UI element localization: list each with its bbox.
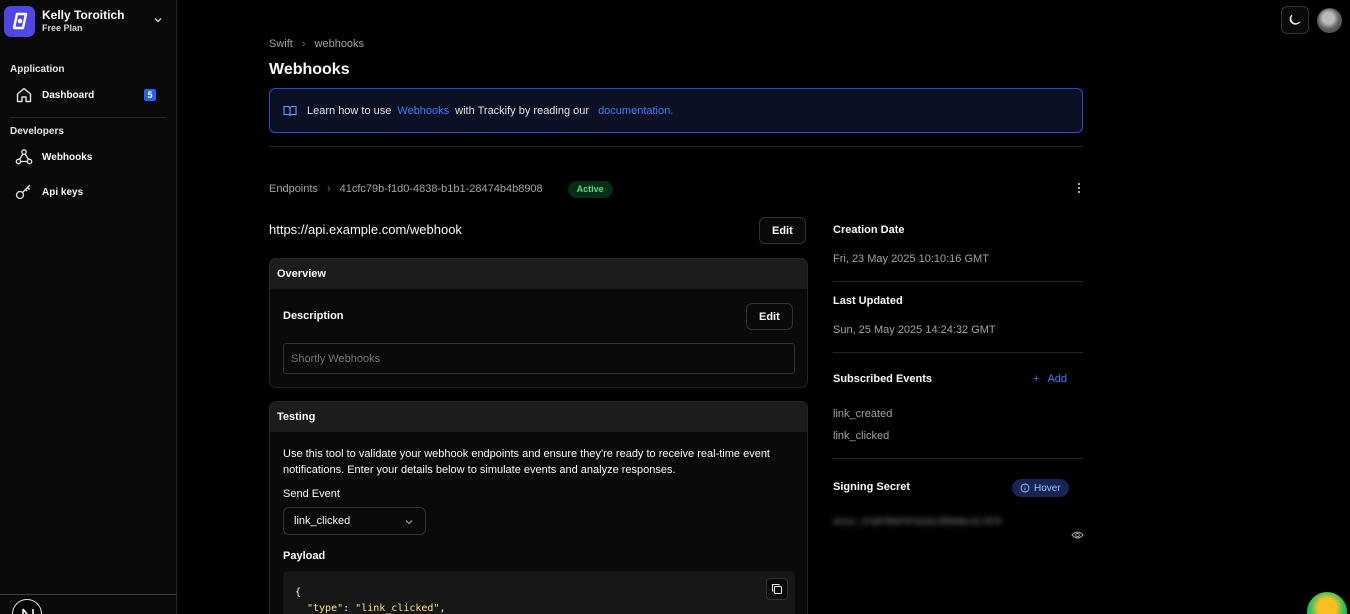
sidebar-item-label: Api keys [42,186,84,198]
testing-title: Testing [270,402,807,432]
subscribed-events-label: Subscribed Events [833,373,933,385]
sidebar-item-dashboard[interactable]: Dashboard 5 [14,83,164,107]
page-title: Webhooks [269,61,350,78]
details-divider [833,352,1083,353]
send-event-label: Send Event [283,488,340,500]
chevron-down-icon [154,18,162,23]
details-divider [833,281,1083,282]
signing-secret-value[interactable]: whsec_d7a8f9b0f9fde3bc999e8ec9c7879 [833,517,1065,531]
next-logo-icon[interactable] [12,599,42,614]
endpoint-breadcrumb: Endpoints › 41cfc79b-f1d0-4838-b1b1-2847… [269,180,1083,198]
edit-url-button[interactable]: Edit [759,217,806,244]
support-avatar[interactable] [1307,592,1347,614]
hover-hint-label: Hover [1034,482,1061,494]
breadcrumb-root[interactable]: Swift [269,38,293,50]
payload-editor[interactable]: { "type": "link_clicked", [283,571,795,614]
edit-description-button[interactable]: Edit [746,303,793,330]
payload-line: { [295,587,302,598]
banner-prefix: Learn how to use [307,104,392,117]
account-plan: Free Plan [42,23,83,33]
moon-icon [1289,14,1301,25]
more-options-icon[interactable] [1075,181,1083,195]
add-event-button[interactable]: + Add [1033,373,1067,385]
key-icon [14,182,34,202]
app-logo-icon [4,5,35,37]
endpoints-link[interactable]: Endpoints [269,183,318,195]
endpoint-url: https://api.example.com/webhook [269,222,462,237]
details-divider [833,458,1083,459]
account-switcher[interactable]: Kelly Toroitich Free Plan [4,4,170,38]
chevron-right-icon: › [326,183,331,195]
info-icon [1020,483,1030,493]
overview-card: Overview Description Edit [269,258,808,388]
chevron-down-icon [405,520,413,525]
creation-date-label: Creation Date [833,224,905,236]
theme-toggle-button[interactable] [1281,6,1309,34]
last-updated-value: Sun, 25 May 2025 14:24:32 GMT [833,324,996,336]
plus-icon: + [1033,373,1040,385]
description-label: Description [283,310,344,322]
sidebar-item-api-keys[interactable]: Api keys [14,180,164,204]
testing-description: Use this tool to validate your webhook e… [283,448,770,476]
eye-icon[interactable] [1071,527,1084,545]
copy-icon[interactable] [766,578,788,600]
hover-hint-badge: Hover [1012,479,1069,497]
home-icon [14,85,34,105]
sidebar-item-label: Webhooks [42,151,93,163]
sidebar-footer [0,594,177,614]
event-item: link_clicked [833,430,890,442]
overview-title: Overview [270,259,807,289]
breadcrumb-current: webhooks [314,38,365,50]
webhook-icon [14,147,34,167]
sidebar-divider [10,117,166,118]
webhooks-link[interactable]: Webhooks [397,105,449,117]
info-banner: Learn how to use Webhooks with Trackify … [269,88,1083,133]
sidebar-item-webhooks[interactable]: Webhooks [14,145,164,169]
payload-label: Payload [283,550,326,562]
signing-secret-label: Signing Secret [833,481,911,493]
sidebar: Kelly Toroitich Free Plan Application Da… [0,0,177,614]
breadcrumb: Swift › webhooks [269,38,364,50]
payload-line: "type": "link_clicked", [307,603,446,614]
section-developers: Developers [10,126,64,137]
banner-middle: with Trackify by reading our [455,104,590,117]
documentation-link[interactable]: documentation. [598,105,673,117]
creation-date-value: Fri, 23 May 2025 10:10:16 GMT [833,253,989,265]
main-divider [269,146,1083,147]
status-badge: Active [567,180,613,198]
account-name: Kelly Toroitich [42,8,125,22]
book-icon [283,105,297,117]
add-event-label: Add [1047,373,1068,385]
user-avatar[interactable] [1317,8,1342,33]
sidebar-item-label: Dashboard [42,89,95,101]
event-select[interactable]: link_clicked [283,507,426,535]
last-updated-label: Last Updated [833,295,903,307]
event-item: link_created [833,408,893,420]
event-select-value: link_clicked [294,515,351,527]
description-input[interactable] [283,343,795,374]
app-root: Kelly Toroitich Free Plan Application Da… [0,0,1350,614]
endpoint-id: 41cfc79b-f1d0-4838-b1b1-28474b4b8908 [339,183,543,195]
dashboard-count-badge: 5 [144,89,156,101]
testing-card: Testing Use this tool to validate your w… [269,401,808,614]
section-application: Application [10,64,65,75]
chevron-right-icon: › [301,38,306,50]
